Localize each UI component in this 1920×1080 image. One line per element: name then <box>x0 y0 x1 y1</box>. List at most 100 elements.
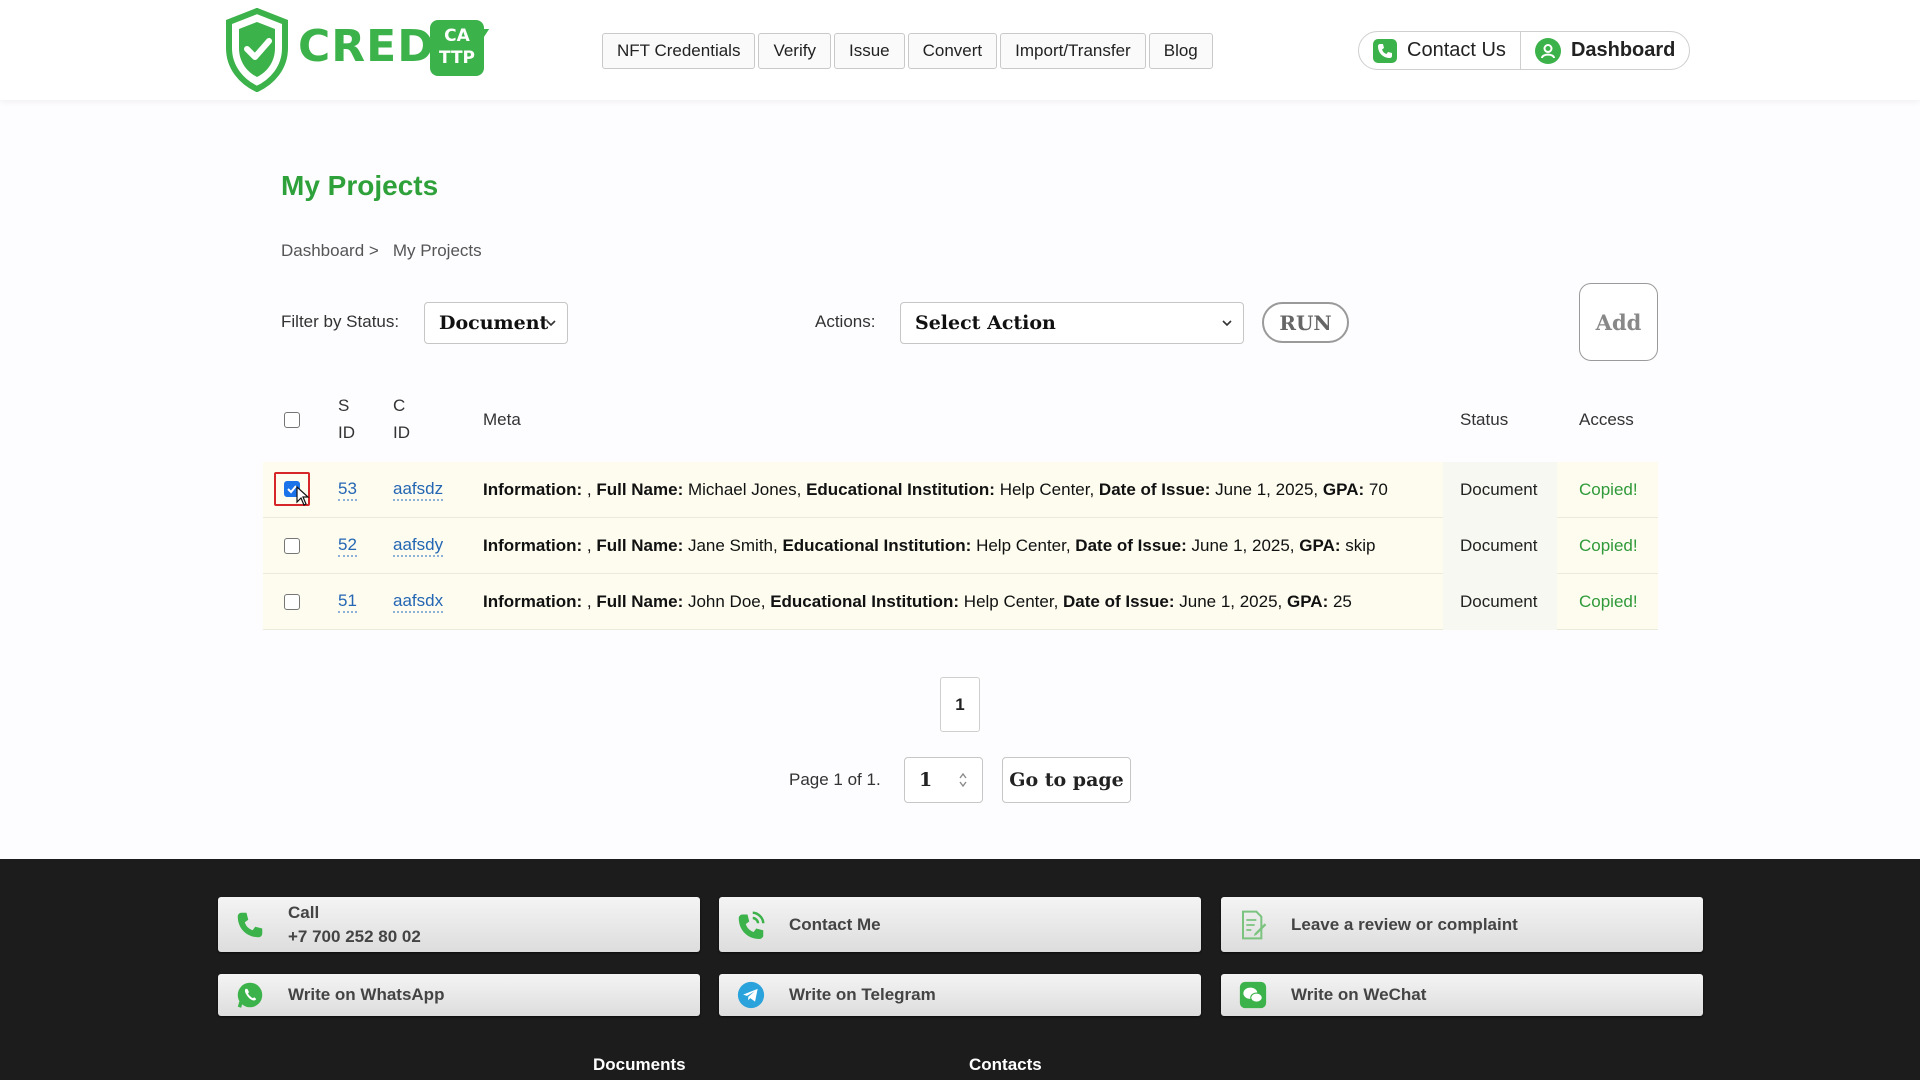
meta-value: June 1, 2025, <box>1210 480 1323 499</box>
meta-key: Full Name: <box>596 536 684 555</box>
row-cid-link[interactable]: aafsdy <box>393 535 444 557</box>
row-checkbox[interactable] <box>284 538 300 554</box>
page-number-button[interactable]: 1 <box>940 677 980 732</box>
col-sid-header-line1: S <box>338 396 350 415</box>
meta-key: Full Name: <box>596 480 684 499</box>
review-button[interactable]: Leave a review or complaint <box>1221 897 1703 952</box>
projects-table: S ID C ID Meta Status Access 53 aafsdz I… <box>263 392 1658 630</box>
mouse-cursor-icon <box>296 486 310 506</box>
whatsapp-button[interactable]: Write on WhatsApp <box>218 974 700 1016</box>
row-status: Document <box>1443 462 1557 518</box>
meta-key: Date of Issue: <box>1063 592 1175 611</box>
meta-value: , <box>582 536 597 555</box>
run-button[interactable]: RUN <box>1262 302 1349 343</box>
contact-us-button[interactable]: Contact Us <box>1359 32 1520 69</box>
phone-ringing-icon <box>735 909 767 941</box>
row-cid-link[interactable]: aafsdz <box>393 479 444 501</box>
footer-documents-heading: Documents <box>593 1055 686 1074</box>
dashboard-label: Dashboard <box>1570 39 1676 61</box>
nav-blog[interactable]: Blog <box>1148 33 1213 69</box>
chevron-down-icon <box>546 320 556 327</box>
row-cid-link[interactable]: aafsdx <box>393 591 444 613</box>
meta-value: John Doe, <box>683 592 771 611</box>
row-meta: Information: , Full Name: Jane Smith, Ed… <box>483 518 1375 574</box>
table-row: 52 aafsdy Information: , Full Name: Jane… <box>263 518 1658 574</box>
col-meta-header: Meta <box>483 410 521 429</box>
whatsapp-icon <box>234 979 266 1011</box>
meta-key: Information: <box>483 592 583 611</box>
contact-us-label: Contact Us <box>1407 39 1506 61</box>
dashboard-button[interactable]: Dashboard <box>1519 32 1689 69</box>
wechat-label: Write on WeChat <box>1291 985 1427 1004</box>
meta-value: 25 <box>1328 592 1352 611</box>
filter-status-label: Filter by Status: <box>281 312 400 331</box>
wechat-button[interactable]: Write on WeChat <box>1221 974 1703 1016</box>
page-number-input-value: 1 <box>919 769 933 791</box>
page-info: Page 1 of 1. <box>789 770 881 789</box>
document-edit-icon <box>1237 909 1269 941</box>
meta-value: , <box>582 592 597 611</box>
breadcrumb: Dashboard > My Projects <box>281 241 482 261</box>
col-cid-header: C ID <box>393 392 410 446</box>
logo-badge-bottom: TTP <box>438 48 476 68</box>
col-cid-header-line1: C <box>393 396 406 415</box>
select-all-checkbox[interactable] <box>284 412 300 428</box>
actions-value: Select Action <box>915 312 1056 334</box>
call-text: Call +7 700 252 80 02 <box>288 901 421 949</box>
wechat-icon <box>1237 979 1269 1011</box>
select-all-checkbox-wrap <box>284 412 300 428</box>
row-status: Document <box>1443 574 1557 630</box>
breadcrumb-dashboard[interactable]: Dashboard > <box>281 241 379 261</box>
row-status: Document <box>1443 518 1557 574</box>
filter-status-select[interactable]: Document <box>424 302 568 344</box>
row-sid-link[interactable]: 52 <box>338 535 357 557</box>
meta-key: GPA: <box>1322 480 1365 499</box>
call-label: Call <box>288 902 320 922</box>
logo-badge-top: CA <box>444 26 470 46</box>
page-title: My Projects <box>281 170 439 201</box>
meta-key: GPA: <box>1299 536 1341 555</box>
call-button[interactable]: Call +7 700 252 80 02 <box>218 897 700 952</box>
meta-value: 70 <box>1364 480 1388 499</box>
filter-status-value: Document <box>439 312 549 334</box>
header-actions: Contact Us Dashboard <box>1358 31 1691 70</box>
row-sid-link[interactable]: 51 <box>338 591 357 613</box>
phone-icon <box>234 909 266 941</box>
meta-value: Jane Smith, <box>683 536 783 555</box>
meta-key: Educational Institution: <box>806 480 995 499</box>
row-checkbox[interactable] <box>284 594 300 610</box>
contact-me-button[interactable]: Contact Me <box>719 897 1201 952</box>
user-icon <box>1534 37 1561 64</box>
review-label: Leave a review or complaint <box>1291 914 1518 934</box>
main-nav: NFT Credentials Verify Issue Convert Imp… <box>602 33 1213 69</box>
spinner-arrows-icon[interactable] <box>958 771 968 789</box>
go-to-page-button[interactable]: Go to page <box>1002 757 1131 803</box>
col-sid-header-line2: ID <box>338 423 355 442</box>
contact-me-label: Contact Me <box>789 914 881 934</box>
logo-badge: CA TTP <box>430 20 484 76</box>
nav-issue[interactable]: Issue <box>833 33 905 69</box>
whatsapp-label: Write on WhatsApp <box>288 985 445 1004</box>
actions-select[interactable]: Select Action <box>900 302 1244 344</box>
col-access-header: Access <box>1579 410 1634 429</box>
row-meta: Information: , Full Name: Michael Jones,… <box>483 462 1388 518</box>
telegram-icon <box>735 979 767 1011</box>
telegram-button[interactable]: Write on Telegram <box>719 974 1201 1016</box>
meta-key: Information: <box>483 536 583 555</box>
page-number-input[interactable]: 1 <box>904 757 983 803</box>
nav-nft-credentials[interactable]: NFT Credentials <box>602 33 756 69</box>
meta-value: June 1, 2025, <box>1186 536 1300 555</box>
footer-contacts-heading: Contacts <box>969 1055 1042 1074</box>
site-footer <box>0 859 1920 1080</box>
nav-verify[interactable]: Verify <box>758 33 831 69</box>
meta-key: Date of Issue: <box>1075 536 1187 555</box>
site-header: CREDLY CA TTP NFT Credentials Verify Iss… <box>0 0 1920 100</box>
nav-convert[interactable]: Convert <box>907 33 998 69</box>
row-sid-link[interactable]: 53 <box>338 479 357 501</box>
meta-value: Help Center, <box>959 592 1064 611</box>
logo[interactable]: CREDLY CA TTP <box>224 8 489 92</box>
add-button[interactable]: Add <box>1579 283 1658 361</box>
meta-key: Full Name: <box>596 592 684 611</box>
nav-import-transfer[interactable]: Import/Transfer <box>1000 33 1146 69</box>
meta-key: Information: <box>483 480 583 499</box>
